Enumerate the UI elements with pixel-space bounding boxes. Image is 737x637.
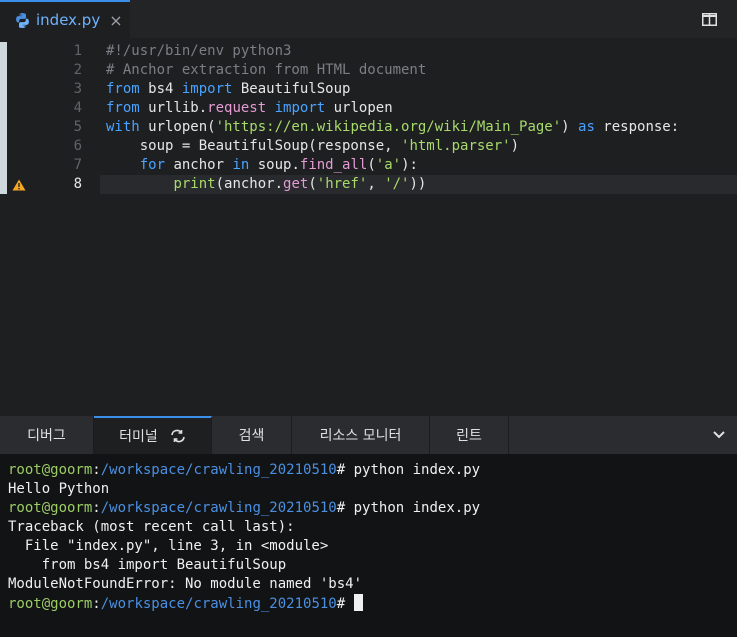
tab-label: 리소스 모니터 xyxy=(319,428,402,444)
tab-search[interactable]: 검색 xyxy=(212,416,292,454)
code-line[interactable]: for anchor in soup.find_all('a'): xyxy=(106,156,418,175)
code-editor[interactable]: 1 #!/usr/bin/env python3 2 # Anchor extract… xyxy=(0,38,737,416)
modified-lines-marker xyxy=(0,42,7,194)
warning-icon[interactable] xyxy=(12,179,26,191)
file-tab-index-py[interactable]: index.py × xyxy=(0,0,130,38)
tab-lint[interactable]: 린트 xyxy=(430,416,509,454)
code-line[interactable]: from urllib.request import urlopen xyxy=(106,99,393,118)
python-file-icon xyxy=(16,12,29,28)
line-number: 2 xyxy=(73,62,82,78)
code-line[interactable]: soup = BeautifulSoup(response, 'html.par… xyxy=(106,137,519,156)
line-number: 8 xyxy=(73,176,82,192)
code-line[interactable]: print(anchor.get('href', '/')) xyxy=(106,175,426,194)
code-line[interactable]: with urlopen('https://en.wikipedia.org/w… xyxy=(106,118,679,137)
bottom-panel-tabs: 디버그 터미널 검색 리소스 모니터 린트 xyxy=(0,416,737,454)
terminal-prompt: root@goorm:/workspace/crawling_20210510# xyxy=(8,594,363,613)
tab-resource-monitor[interactable]: 리소스 모니터 xyxy=(292,416,430,454)
tab-terminal[interactable]: 터미널 xyxy=(94,416,212,454)
code-line[interactable]: # Anchor extraction from HTML document xyxy=(106,61,426,80)
terminal-line: ModuleNotFoundError: No module named 'bs… xyxy=(8,576,363,592)
split-view-icon[interactable] xyxy=(702,13,717,26)
chevron-down-icon[interactable] xyxy=(713,430,725,440)
tab-label: 디버그 xyxy=(27,428,66,444)
tab-label: 검색 xyxy=(238,428,265,444)
line-number: 4 xyxy=(73,100,82,116)
tab-label: 터미널 xyxy=(119,429,158,445)
terminal-line: Traceback (most recent call last): xyxy=(8,519,295,535)
terminal-line: root@goorm:/workspace/crawling_20210510#… xyxy=(8,500,481,516)
tab-label: 린트 xyxy=(456,428,482,444)
file-tab-label: index.py xyxy=(36,11,101,29)
terminal-cursor xyxy=(353,594,363,611)
terminal-line: File "index.py", line 3, in <module> xyxy=(8,538,329,554)
line-number: 7 xyxy=(73,157,82,173)
tab-debug[interactable]: 디버그 xyxy=(0,416,94,454)
line-number: 6 xyxy=(73,138,82,154)
line-number: 5 xyxy=(73,119,82,135)
line-number: 1 xyxy=(73,43,82,59)
close-icon[interactable]: × xyxy=(109,11,122,30)
terminal-line: Hello Python xyxy=(8,481,110,497)
editor-tab-bar: index.py × xyxy=(0,0,737,38)
code-line[interactable]: from bs4 import BeautifulSoup xyxy=(106,80,350,99)
line-number: 3 xyxy=(73,81,82,97)
code-line[interactable]: #!/usr/bin/env python3 xyxy=(106,42,291,61)
refresh-icon[interactable] xyxy=(170,429,186,443)
terminal-line: from bs4 import BeautifulSoup xyxy=(8,557,287,573)
terminal[interactable]: root@goorm:/workspace/crawling_20210510#… xyxy=(0,454,737,637)
terminal-line: root@goorm:/workspace/crawling_20210510#… xyxy=(8,462,481,478)
